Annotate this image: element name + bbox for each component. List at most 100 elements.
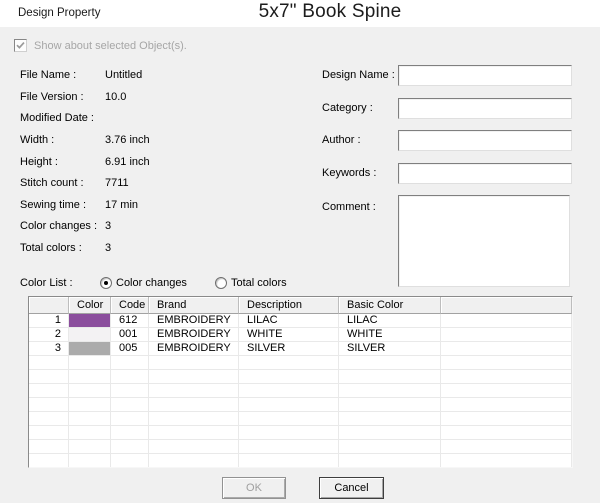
table-cell (149, 356, 239, 370)
column-header-brand[interactable]: Brand (149, 297, 239, 314)
table-cell (111, 412, 149, 426)
radio-total-colors[interactable] (215, 277, 227, 289)
table-cell (29, 454, 69, 468)
info-row: Total colors :3 (20, 242, 150, 264)
table-cell: 001 (111, 328, 149, 342)
color-swatch-cell (69, 342, 111, 356)
color-swatch-cell (69, 384, 111, 398)
table-body: 1612EMBROIDERYLILACLILAC2001EMBROIDERYWH… (29, 314, 572, 468)
table-row[interactable] (29, 454, 572, 468)
design-name-label: Design Name : (322, 69, 395, 81)
table-cell (149, 426, 239, 440)
table-cell: 005 (111, 342, 149, 356)
table-cell (441, 356, 572, 370)
table-row[interactable]: 2001EMBROIDERYWHITEWHITE (29, 328, 572, 342)
info-label: Stitch count : (20, 177, 105, 199)
column-header-color[interactable]: Color (69, 297, 111, 314)
table-cell (239, 454, 339, 468)
table-cell (29, 370, 69, 384)
table-cell (339, 440, 441, 454)
table-row[interactable] (29, 356, 572, 370)
table-cell (149, 412, 239, 426)
table-cell: SILVER (339, 342, 441, 356)
table-cell (239, 356, 339, 370)
table-cell: LILAC (239, 314, 339, 328)
radio-dot (104, 281, 108, 285)
design-name-field[interactable] (398, 65, 572, 86)
table-row[interactable] (29, 370, 572, 384)
show-selected-checkbox[interactable] (14, 39, 27, 52)
radio-color-changes[interactable] (100, 277, 112, 289)
table-cell (441, 454, 572, 468)
info-label: Height : (20, 156, 105, 178)
info-value: 3 (105, 242, 111, 264)
table-cell (339, 398, 441, 412)
keywords-label: Keywords : (322, 167, 376, 179)
table-row[interactable] (29, 426, 572, 440)
column-header[interactable] (29, 297, 69, 314)
column-header-basic-color[interactable]: Basic Color (339, 297, 441, 314)
table-cell: WHITE (339, 328, 441, 342)
table-row[interactable]: 3005EMBROIDERYSILVERSILVER (29, 342, 572, 356)
info-label: File Version : (20, 91, 105, 113)
table-cell (29, 384, 69, 398)
table-row[interactable] (29, 398, 572, 412)
info-value: Untitled (105, 69, 142, 91)
keywords-field[interactable] (398, 163, 572, 184)
table-row[interactable]: 1612EMBROIDERYLILACLILAC (29, 314, 572, 328)
table-cell: LILAC (339, 314, 441, 328)
info-row: Color changes :3 (20, 220, 150, 242)
table-cell (441, 398, 572, 412)
table-cell: EMBROIDERY (149, 342, 239, 356)
info-row: Height :6.91 inch (20, 156, 150, 178)
column-header-description[interactable]: Description (239, 297, 339, 314)
table-cell (441, 342, 572, 356)
info-row: File Version :10.0 (20, 91, 150, 113)
table-cell (339, 370, 441, 384)
info-label: Modified Date : (20, 112, 105, 134)
info-row: Width :3.76 inch (20, 134, 150, 156)
info-label: Total colors : (20, 242, 105, 264)
table-cell: 3 (29, 342, 69, 356)
color-swatch-cell (69, 440, 111, 454)
table-cell (29, 412, 69, 426)
comment-field[interactable] (398, 195, 570, 287)
table-row[interactable] (29, 384, 572, 398)
info-row: Sewing time :17 min (20, 199, 150, 221)
category-field[interactable] (398, 98, 572, 119)
info-label: Sewing time : (20, 199, 105, 221)
table-cell (149, 384, 239, 398)
table-cell (111, 454, 149, 468)
info-label: File Name : (20, 69, 105, 91)
column-header-code[interactable]: Code (111, 297, 149, 314)
table-cell (239, 398, 339, 412)
table-cell (239, 370, 339, 384)
table-cell (111, 440, 149, 454)
table-cell (239, 426, 339, 440)
table-cell (111, 384, 149, 398)
table-cell (111, 426, 149, 440)
comment-label: Comment : (322, 201, 376, 213)
info-row: Stitch count :7711 (20, 177, 150, 199)
ok-button[interactable]: OK (222, 477, 286, 499)
table-cell (441, 328, 572, 342)
table-cell (339, 412, 441, 426)
info-row: File Name :Untitled (20, 69, 150, 91)
table-row[interactable] (29, 440, 572, 454)
thread-color-table: ColorCodeBrandDescriptionBasic Color 161… (28, 296, 573, 468)
info-label: Width : (20, 134, 105, 156)
info-value: 10.0 (105, 91, 126, 113)
table-cell (441, 314, 572, 328)
table-cell (29, 356, 69, 370)
author-label: Author : (322, 134, 361, 146)
color-swatch-cell (69, 426, 111, 440)
author-field[interactable] (398, 130, 572, 151)
radio-label: Total colors (231, 277, 287, 289)
color-swatch (69, 328, 110, 341)
cancel-button[interactable]: Cancel (319, 477, 384, 499)
design-info-list: File Name :UntitledFile Version :10.0Mod… (20, 69, 150, 264)
table-row[interactable] (29, 412, 572, 426)
color-swatch-cell (69, 398, 111, 412)
table-cell (111, 398, 149, 412)
column-header[interactable] (441, 297, 572, 314)
